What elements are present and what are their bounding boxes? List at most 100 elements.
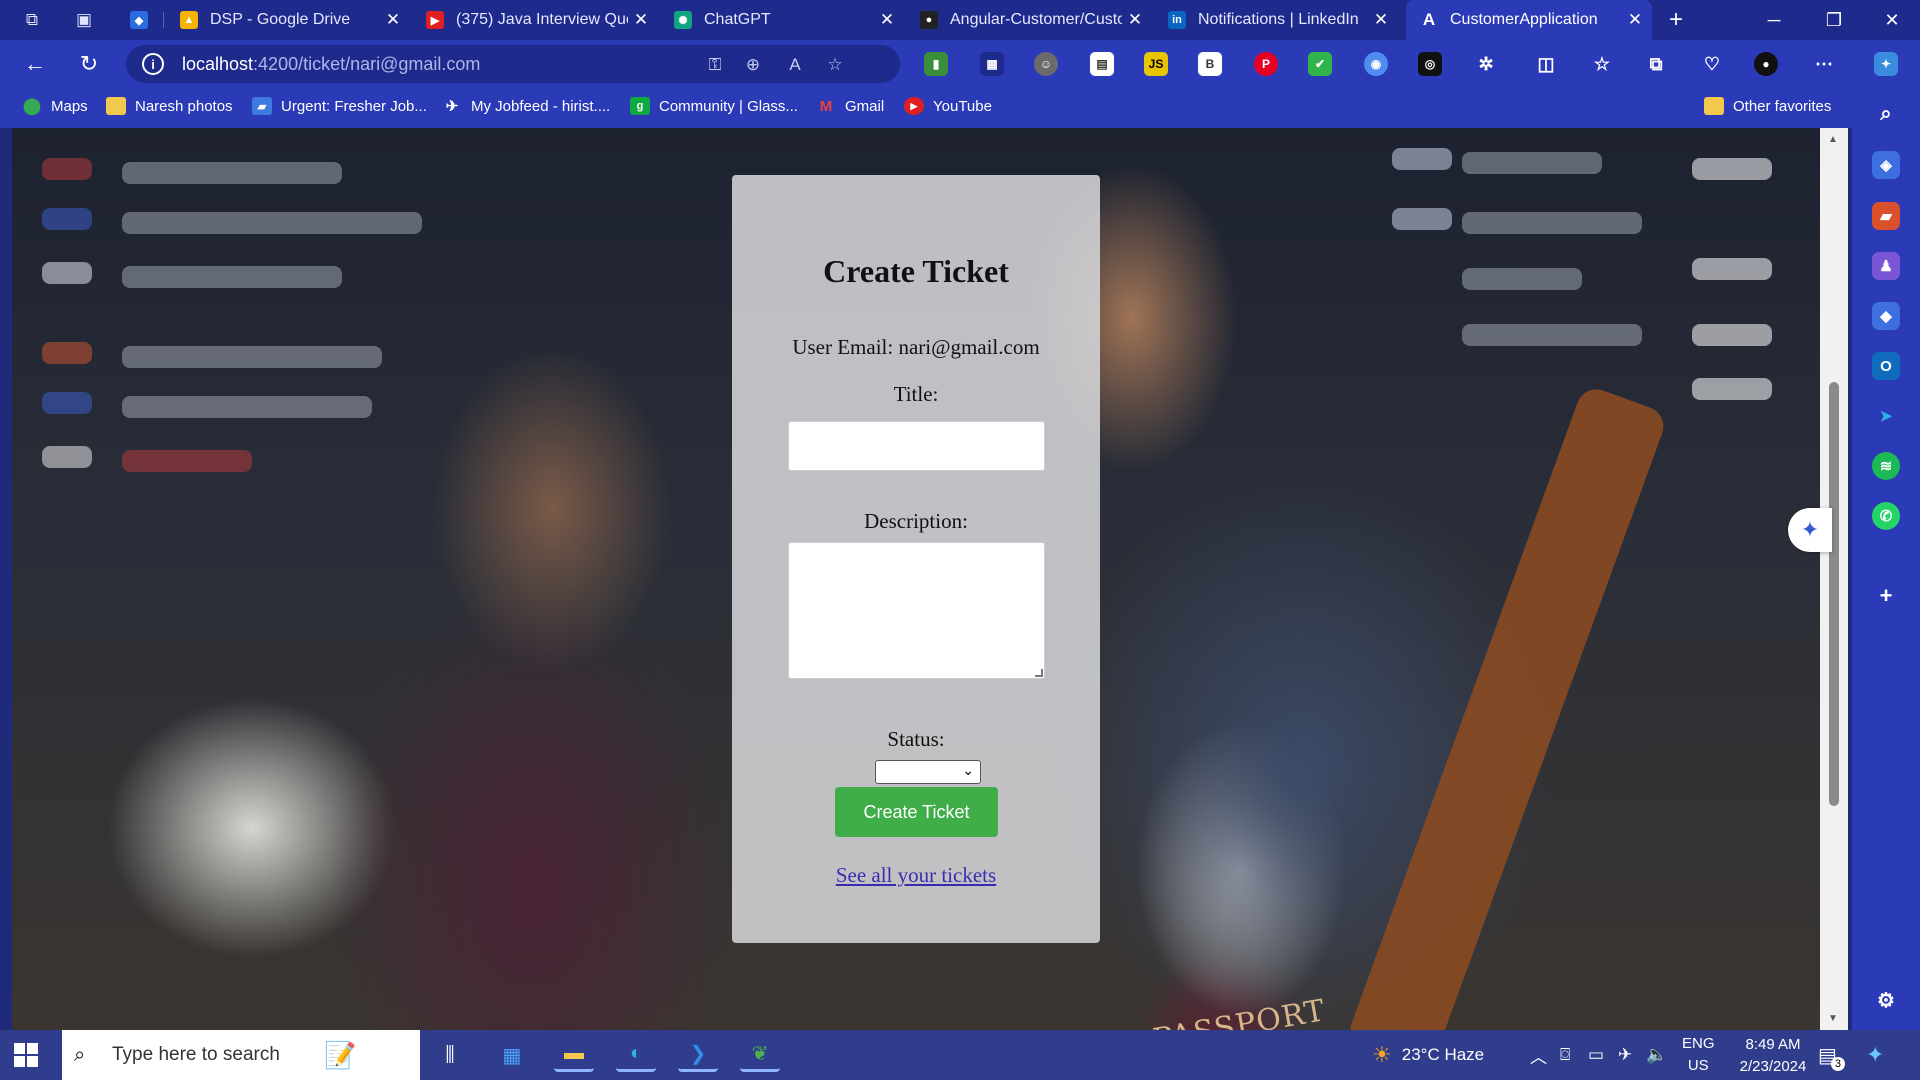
collections-icon[interactable]: ⧉ [1644,52,1668,76]
bookmark-gmail[interactable]: M Gmail [816,88,884,124]
bookmark-label: My Jobfeed - hirist.... [471,97,611,115]
tab-github[interactable]: ● Angular-Customer/Custo ✕ [906,0,1152,40]
favorites-icon[interactable]: ☆ [1590,52,1614,76]
profile-avatar[interactable]: ● [1754,52,1778,76]
taskbar-search[interactable]: ⌕ Type here to search 📝 [62,1030,420,1080]
window-close-icon[interactable]: ✕ [1864,0,1920,40]
restore-icon[interactable]: ❐ [1806,0,1862,40]
tab-youtube[interactable]: ▶ (375) Java Interview Ques ✕ [412,0,658,40]
scroll-up-icon[interactable]: ▲ [1828,134,1838,145]
copilot-icon[interactable]: ✦ [1874,52,1898,76]
sidebar-whatsapp-icon[interactable]: ✆ [1872,502,1900,530]
windows-start-icon[interactable] [14,1043,38,1067]
vscode-icon[interactable]: ❯ [678,1038,718,1072]
extension-js-icon[interactable]: JS [1144,52,1168,76]
address-url[interactable]: localhost:4200/ticket/nari@gmail.com [182,54,480,75]
close-icon[interactable]: ✕ [628,10,654,30]
tab-pinned[interactable]: ◆ [116,0,156,40]
close-icon[interactable]: ✕ [1368,10,1394,30]
store-icon[interactable]: ▦ [492,1038,532,1072]
bookmark-naresh-photos[interactable]: Naresh photos [106,88,233,124]
password-key-icon[interactable]: ⚿ [704,54,726,76]
haze-sun-icon: ☀ [1372,1042,1392,1067]
board-row [1392,148,1452,170]
copilot-taskbar-icon[interactable]: ✦ [1866,1030,1884,1080]
close-icon[interactable]: ✕ [1622,10,1648,30]
battery-icon[interactable]: ▭ [1588,1030,1604,1080]
pinterest-icon[interactable]: P [1254,52,1278,76]
tab-google-drive[interactable]: ▲ DSP - Google Drive ✕ [166,0,410,40]
back-icon[interactable]: ← [18,48,52,80]
airplane-mode-icon[interactable]: ✈ [1618,1030,1632,1080]
site-info-icon[interactable]: i [142,53,164,75]
zoom-icon[interactable]: ⊕ [742,54,764,76]
edge-browser-icon[interactable]: ◐ [616,1038,656,1072]
weather-widget[interactable]: ☀ 23°C Haze [1372,1030,1484,1080]
bookmark-fresher-job[interactable]: ▰ Urgent: Fresher Job... [252,88,427,124]
resize-handle-icon[interactable] [1035,669,1043,677]
adblock-shield-icon[interactable]: ✔ [1308,52,1332,76]
spring-tool-icon[interactable]: ❦ [740,1038,780,1072]
clock[interactable]: 8:49 AM 2/23/2024 [1728,1034,1818,1078]
sidebar-search-icon[interactable]: ⌕ [1872,100,1900,128]
split-screen-icon[interactable]: ◫ [1534,52,1558,76]
scrollbar-thumb[interactable] [1829,382,1839,806]
bookmark-glassdoor[interactable]: g Community | Glass... [630,88,798,124]
new-tab-icon[interactable]: + [1662,6,1690,34]
extension-search-icon[interactable]: ◉ [1364,52,1388,76]
sidebar-add-icon[interactable]: + [1872,582,1900,610]
sidebar-tools-icon[interactable]: ▰ [1872,202,1900,230]
read-aloud-icon[interactable]: A [784,54,806,76]
more-menu-icon[interactable]: ⋯ [1812,52,1836,76]
description-textarea[interactable] [788,542,1045,679]
show-hidden-icons-icon[interactable]: ︿ [1530,1030,1547,1080]
sidebar-games-icon[interactable]: ♟ [1872,252,1900,280]
sidebar-outlook-icon[interactable]: O [1872,352,1900,380]
extensions-puzzle-icon[interactable]: ✲ [1474,52,1498,76]
extension-calendar-icon[interactable]: ▤ [1090,52,1114,76]
extension-dark-icon[interactable]: ◎ [1418,52,1442,76]
extension-b-icon[interactable]: B [1198,52,1222,76]
close-icon[interactable]: ✕ [874,10,900,30]
bookmark-youtube[interactable]: ▶ YouTube [904,88,992,124]
board-row [1462,212,1642,234]
bookmark-maps[interactable]: ⬤ Maps [22,88,88,124]
tab-actions-icon[interactable]: ▣ [70,6,98,34]
chatgpt-icon: ✺ [674,11,692,29]
other-favorites[interactable]: Other favorites [1704,88,1831,124]
browser-essentials-icon[interactable]: ♡ [1700,52,1724,76]
close-icon[interactable]: ✕ [1122,10,1148,30]
board-row [42,392,92,414]
copilot-sparkle-icon[interactable]: ✦ [1788,508,1832,552]
file-explorer-icon[interactable]: ▬ [554,1038,594,1072]
extension-grid-icon[interactable]: ▦ [980,52,1004,76]
sidebar-settings-icon[interactable]: ⚙ [1872,986,1900,1014]
sidebar-spotify-icon[interactable]: ≋ [1872,452,1900,480]
language-indicator[interactable]: ENG US [1682,1030,1715,1080]
favorite-star-icon[interactable]: ☆ [824,54,846,76]
volume-icon[interactable]: 🔈 [1646,1030,1667,1080]
minimize-icon[interactable]: ─ [1746,0,1802,40]
scroll-down-icon[interactable]: ▼ [1828,1013,1838,1024]
sidebar-shopping-icon[interactable]: ◈ [1872,151,1900,179]
sidebar-copilot-icon[interactable]: ◆ [1872,302,1900,330]
tab-chatgpt[interactable]: ✺ ChatGPT ✕ [660,0,904,40]
title-input[interactable] [788,421,1045,471]
status-select[interactable]: ⌄ [875,760,981,784]
notification-center-icon[interactable]: ▤ 3 [1818,1030,1845,1080]
bookmark-hirist[interactable]: ✈ My Jobfeed - hirist.... [442,88,611,124]
extension-avatar-icon[interactable]: ☺ [1034,52,1058,76]
address-bar[interactable]: i localhost:4200/ticket/nari@gmail.com ⚿… [126,45,900,83]
refresh-icon[interactable]: ↻ [72,48,106,80]
create-ticket-button[interactable]: Create Ticket [835,787,998,837]
tab-linkedin[interactable]: in Notifications | LinkedIn ✕ [1154,0,1398,40]
workspaces-icon[interactable]: ⧉ [18,6,46,34]
close-icon[interactable]: ✕ [380,10,406,30]
tab-customer-application[interactable]: A CustomerApplication ✕ [1406,0,1652,40]
extension-bar-icon[interactable]: ▮ [924,52,948,76]
see-all-tickets-link[interactable]: See all your tickets [732,863,1100,888]
task-view-icon[interactable]: ⫼ [430,1038,470,1072]
sidebar-send-icon[interactable]: ➤ [1872,402,1900,430]
camera-tray-icon[interactable]: ⌼ [1560,1030,1570,1080]
page-scrollbar[interactable]: ▲ ▼ [1820,128,1848,1030]
